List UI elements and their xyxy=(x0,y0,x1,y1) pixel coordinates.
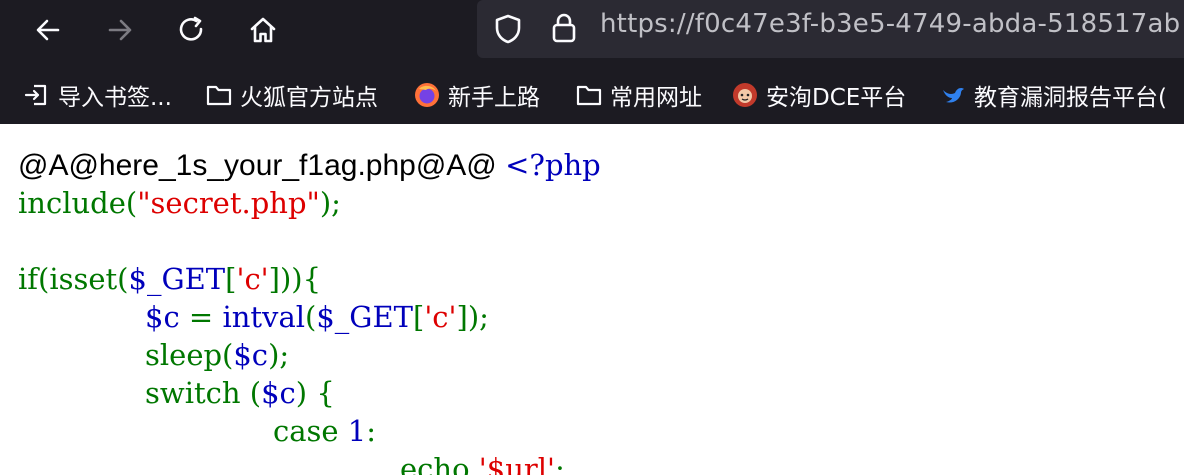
code-token: ; xyxy=(554,452,565,475)
arrow-left-icon xyxy=(36,19,60,41)
code-line-8: case 1: xyxy=(273,412,376,450)
shield-icon[interactable] xyxy=(493,13,523,45)
bookmark-label: 安洵DCE平台 xyxy=(766,85,907,111)
code-token: [ xyxy=(412,300,425,334)
bookmark-dce-platform[interactable]: 安洵DCE平台 xyxy=(728,78,906,112)
bookmark-label: 教育漏洞报告平台( xyxy=(974,85,1167,111)
bookmark-import[interactable]: 导入书签... xyxy=(20,78,172,112)
home-button[interactable] xyxy=(243,10,283,50)
bookmark-label: 火狐官方站点 xyxy=(240,85,378,111)
code-line-7: switch ($c) { xyxy=(145,374,335,412)
code-token: ); xyxy=(268,338,290,372)
page-content: @A@here_1s_your_f1ag.php@A@ <?php includ… xyxy=(0,124,1184,475)
code-token: case xyxy=(273,414,348,448)
reload-icon xyxy=(179,16,203,41)
code-token: = xyxy=(179,300,223,334)
code-token: sleep( xyxy=(145,338,234,372)
monkey-icon xyxy=(728,79,762,111)
reload-button[interactable] xyxy=(172,10,212,50)
code-token: ])){ xyxy=(268,262,322,296)
code-token: ) { xyxy=(295,376,335,410)
code-token: include( xyxy=(18,186,138,220)
browser-chrome: https://f0c47e3f-b3e5-4749-abda-518517ab… xyxy=(0,0,1184,124)
code-token: intval xyxy=(222,300,306,334)
code-token: $c xyxy=(233,338,269,372)
bookmark-common-sites[interactable]: 常用网址 xyxy=(572,78,702,112)
page-heading: @A@here_1s_your_f1ag.php@A@ xyxy=(18,149,506,182)
bookmark-label: 常用网址 xyxy=(610,85,702,111)
code-line-9: echo '$url'; xyxy=(400,450,565,475)
php-open-tag: <?php xyxy=(505,148,601,182)
url-text[interactable]: https://f0c47e3f-b3e5-4749-abda-518517ab xyxy=(600,9,1180,39)
home-icon xyxy=(250,17,276,43)
code-token: $_GET xyxy=(128,262,226,296)
code-token: ( xyxy=(305,300,317,334)
code-line-2: include("secret.php"); xyxy=(18,184,341,222)
code-token: ]); xyxy=(456,300,489,334)
code-line-4: if(isset($_GET['c'])){ xyxy=(18,260,321,298)
code-token: $_GET xyxy=(316,300,413,334)
import-icon xyxy=(20,79,54,111)
bookmark-label: 新手上路 xyxy=(448,85,540,111)
code-token: : xyxy=(366,414,377,448)
code-line-6: sleep($c); xyxy=(145,336,289,374)
bookmarks-toolbar: 导入书签... 火狐官方站点 新手上路 常用网址 安洵DCE平台 教育漏洞报告平… xyxy=(0,66,1184,124)
code-token: echo xyxy=(400,452,479,475)
bird-icon xyxy=(936,79,970,111)
bookmark-firefox-official[interactable]: 火狐官方站点 xyxy=(202,78,378,112)
folder-icon xyxy=(572,79,606,111)
code-token: 'c' xyxy=(424,300,457,334)
code-token: switch ( xyxy=(145,376,262,410)
code-token: ); xyxy=(319,186,341,220)
bookmark-getting-started[interactable]: 新手上路 xyxy=(410,78,540,112)
code-token: '$url' xyxy=(478,452,555,475)
code-token: 1 xyxy=(347,414,367,448)
folder-icon xyxy=(202,79,236,111)
code-token: 'c' xyxy=(236,262,269,296)
code-token: if(isset( xyxy=(18,262,129,296)
forward-button[interactable] xyxy=(100,10,140,50)
firefox-icon xyxy=(410,79,444,111)
navigation-toolbar: https://f0c47e3f-b3e5-4749-abda-518517ab xyxy=(0,0,1184,62)
url-bar[interactable]: https://f0c47e3f-b3e5-4749-abda-518517ab xyxy=(477,0,1184,58)
code-line-1: @A@here_1s_your_f1ag.php@A@ <?php xyxy=(18,146,601,185)
code-token: [ xyxy=(225,262,237,296)
code-line-5: $c = intval($_GET['c']); xyxy=(145,298,489,336)
code-token: "secret.php" xyxy=(137,186,320,220)
code-token: $c xyxy=(145,300,180,334)
bookmark-label: 导入书签... xyxy=(58,85,172,111)
back-button[interactable] xyxy=(28,10,68,50)
arrow-right-icon xyxy=(108,19,132,41)
lock-icon[interactable] xyxy=(549,11,579,45)
code-token: $c xyxy=(261,376,296,410)
bookmark-edu-vuln-platform[interactable]: 教育漏洞报告平台( xyxy=(936,78,1167,112)
